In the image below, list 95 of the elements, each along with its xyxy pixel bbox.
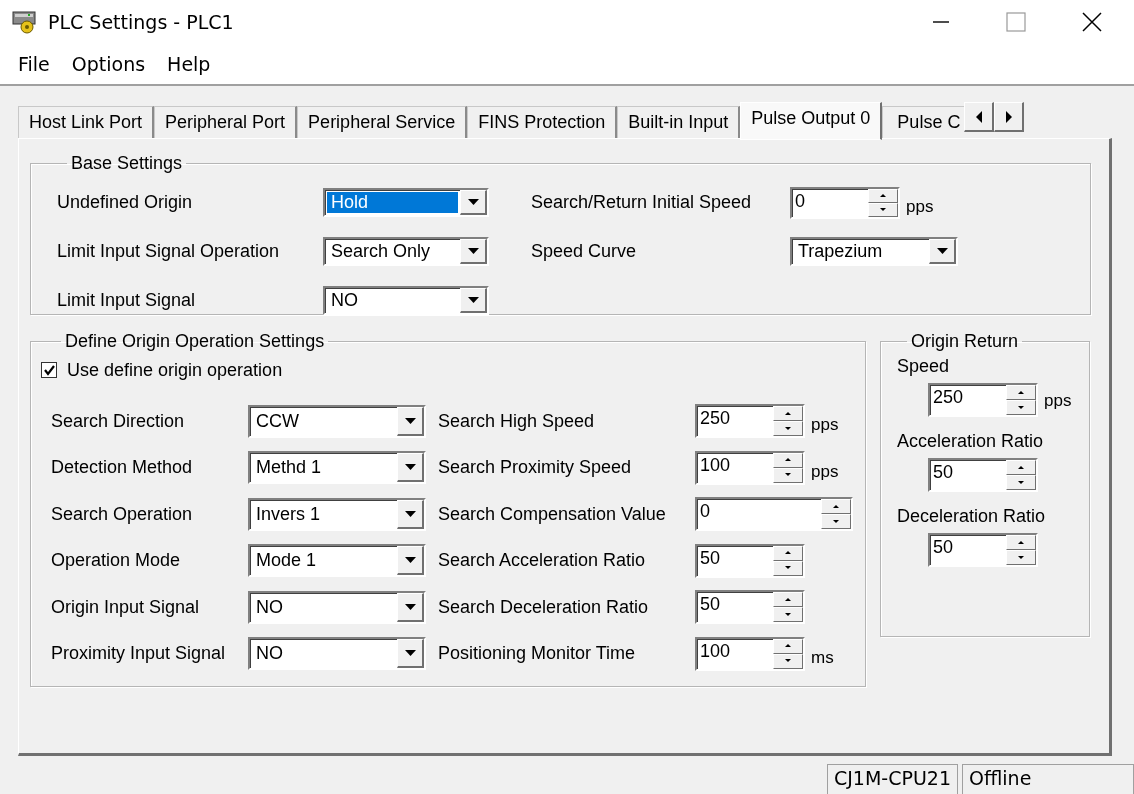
dropdown[interactable]: Trapezium [790, 237, 958, 266]
spin-field[interactable]: 0 [790, 186, 900, 219]
field-label: Search Direction [51, 410, 186, 432]
spin-field[interactable]: 250 [928, 383, 1038, 417]
spin-field[interactable]: 100 [695, 450, 805, 485]
scroll-right-button[interactable] [994, 102, 1025, 132]
field-label: Detection Method [51, 457, 194, 479]
field-label: Deceleration Ratio [897, 506, 1046, 526]
caret-icon [397, 406, 424, 436]
field-label: Search Acceleration Ratio [438, 550, 647, 572]
field-label: Proximity Input Signal [51, 643, 227, 665]
field-label: Operation Mode [51, 550, 182, 572]
caret-icon [397, 546, 424, 576]
dropdown[interactable]: NO [248, 637, 426, 671]
caret-icon [460, 288, 487, 313]
right-arrow-icon [1004, 110, 1013, 123]
spin-down-icon[interactable] [821, 514, 851, 530]
checkbox[interactable] [41, 362, 57, 378]
menu-item[interactable]: Help [167, 53, 211, 75]
group-title: Base Settings [70, 153, 184, 174]
spin-up-icon[interactable] [773, 592, 803, 608]
spin-field[interactable]: 250 [695, 404, 805, 439]
unit-label: pps [811, 460, 839, 482]
tab[interactable]: Peripheral Port [154, 106, 298, 138]
spin-field[interactable]: 50 [928, 533, 1038, 567]
dropdown[interactable]: Methd 1 [248, 451, 426, 485]
spin-down-icon[interactable] [1006, 475, 1036, 490]
scroll-left-button[interactable] [964, 102, 995, 132]
spin-up-icon[interactable] [1006, 535, 1036, 550]
field-label: Search High Speed [438, 410, 596, 432]
left-arrow-icon [974, 110, 983, 123]
spin-down-icon[interactable] [773, 421, 803, 437]
caret-icon [460, 239, 487, 264]
group-title: Define Origin Operation Settings [64, 331, 326, 352]
spin-down-icon[interactable] [1006, 550, 1036, 565]
tab[interactable]: Pulse Output 0 [740, 102, 883, 140]
caret-icon [397, 592, 424, 622]
spin-up-icon[interactable] [821, 499, 851, 515]
unit-label: pps [906, 195, 934, 217]
spin-field[interactable]: 50 [928, 458, 1038, 492]
field-label: Speed Curve [531, 241, 638, 262]
status-pane: Offline [962, 764, 1134, 794]
spin-down-icon[interactable] [1006, 400, 1036, 415]
window-title: PLC Settings - PLC1 [48, 11, 234, 33]
field-label: Search Deceleration Ratio [438, 596, 650, 618]
caret-icon [929, 239, 956, 264]
dropdown[interactable]: NO [248, 590, 426, 624]
field-label: Search Compensation Value [438, 503, 667, 525]
caret-icon [397, 639, 424, 669]
spin-up-icon[interactable] [1006, 385, 1036, 400]
dropdown[interactable]: Invers 1 [248, 497, 426, 531]
field-label: Speed [897, 356, 950, 376]
checkbox-label[interactable]: Use define origin operation [67, 359, 283, 381]
tab[interactable]: Peripheral Service [297, 106, 468, 138]
spin-down-icon[interactable] [773, 607, 803, 623]
spin-field[interactable]: 0 [695, 497, 853, 532]
spin-up-icon[interactable] [773, 638, 803, 654]
group-title: Origin Return [910, 331, 1020, 352]
spin-up-icon[interactable] [868, 188, 898, 203]
unit-label: pps [1044, 390, 1072, 412]
dropdown[interactable]: CCW [248, 404, 426, 438]
field-label: Positioning Monitor Time [438, 643, 637, 665]
dropdown[interactable]: NO [323, 286, 489, 315]
status-pane: CJ1M-CPU21 [827, 764, 958, 794]
spin-field[interactable]: 50 [695, 543, 805, 578]
caret-icon [460, 190, 487, 215]
field-label: Search/Return Initial Speed [531, 192, 753, 213]
unit-label: ms [811, 646, 834, 668]
field-label: Limit Input Signal Operation [57, 241, 281, 262]
field-label: Search Operation [51, 503, 194, 525]
field-label: Undefined Origin [57, 192, 194, 213]
spin-up-icon[interactable] [1006, 460, 1036, 475]
spin-up-icon[interactable] [773, 545, 803, 561]
dropdown[interactable]: Mode 1 [248, 544, 426, 578]
field-label: Acceleration Ratio [897, 431, 1044, 451]
caret-icon [397, 453, 424, 483]
tab[interactable]: Pulse C [882, 106, 965, 138]
menu-item[interactable]: File [18, 53, 50, 75]
menu-item[interactable]: Options [71, 53, 146, 75]
field-label: Search Proximity Speed [438, 457, 633, 479]
plc-icon [12, 9, 38, 35]
spin-field[interactable]: 50 [695, 590, 805, 625]
spin-up-icon[interactable] [773, 452, 803, 468]
caret-icon [397, 499, 424, 529]
tab[interactable]: FINS Protection [467, 106, 618, 138]
dropdown[interactable]: Hold [323, 188, 489, 217]
close-icon[interactable] [1082, 12, 1102, 32]
dropdown[interactable]: Search Only [323, 237, 489, 266]
tab[interactable]: Host Link Port [18, 106, 155, 138]
tab[interactable]: Built-in Input [617, 106, 741, 138]
field-label: Origin Input Signal [51, 596, 201, 618]
spin-field[interactable]: 100 [695, 636, 805, 671]
field-label: Limit Input Signal [57, 290, 197, 311]
unit-label: pps [811, 414, 839, 436]
spin-up-icon[interactable] [773, 406, 803, 422]
